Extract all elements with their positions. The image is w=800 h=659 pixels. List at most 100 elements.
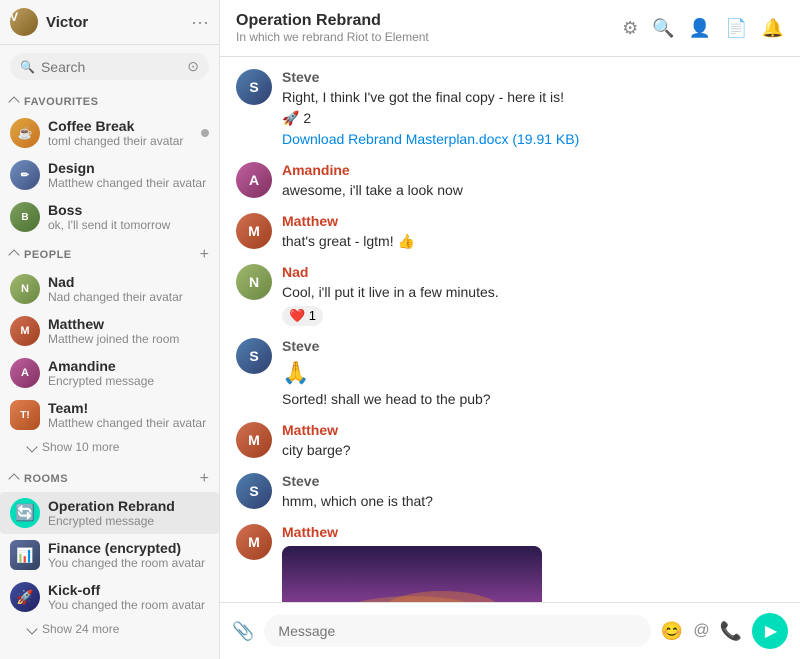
message-content: Matthew that's great - lgtm! 👍 [282,213,784,252]
avatar: M [10,316,40,346]
message-content: Steve 🙏 Sorted! shall we head to the pub… [282,338,784,410]
room-info: Team! Matthew changed their avatar [48,400,209,430]
search-box: 🔍 ⊙ [10,53,209,80]
download-link[interactable]: Download Rebrand Masterplan.docx (19.91 … [282,131,579,147]
room-preview: Matthew changed their avatar [48,176,209,190]
room-name: Operation Rebrand [48,498,209,514]
members-icon[interactable]: 👤 [689,18,711,39]
sidebar-more-button[interactable]: ··· [191,12,209,33]
message-sender: Matthew [282,213,784,229]
avatar: M [236,213,272,249]
rooms-section-header[interactable]: ROOMS + [0,462,219,492]
message-text: hmm, which one is that? [282,491,784,512]
room-preview: toml changed their avatar [48,134,193,148]
message-sender: Nad [282,264,784,280]
room-info: Finance (encrypted) You changed the room… [48,540,209,570]
room-preview: Matthew changed their avatar [48,416,209,430]
list-item[interactable]: 📊 Finance (encrypted) You changed the ro… [0,534,219,576]
room-name: Amandine [48,358,209,374]
user-avatar: V [10,8,38,36]
search-filter-button[interactable]: ⊙ [187,58,199,75]
message-text: 🙏 [282,356,784,389]
notifications-icon[interactable]: 🔔 [762,18,784,39]
message-group: A Amandine awesome, i'll take a look now [236,162,784,201]
send-button[interactable]: ▶ [752,613,788,649]
list-item[interactable]: 🔄 Operation Rebrand Encrypted message [0,492,219,534]
message-image[interactable] [282,546,542,602]
room-preview: You changed the room avatar [48,556,209,570]
message-sender: Amandine [282,162,784,178]
sidebar-user[interactable]: V Victor [10,8,88,36]
add-people-button[interactable]: + [200,246,209,264]
message-text: 🚀 2 [282,108,784,129]
message-group: M Matthew city barge? [236,422,784,461]
settings-icon[interactable]: ⚙ [622,18,638,39]
voice-icon[interactable]: 📞 [720,621,742,642]
list-item[interactable]: B Boss ok, I'll send it tomorrow [0,196,219,238]
rooms-list: 🔄 Operation Rebrand Encrypted message 📊 … [0,492,219,618]
list-item[interactable]: ✏ Design Matthew changed their avatar [0,154,219,196]
show-more-chevron [26,623,37,634]
message-input[interactable] [278,623,636,639]
list-item[interactable]: N Nad Nad changed their avatar [0,268,219,310]
room-preview: ok, I'll send it tomorrow [48,218,209,232]
avatar: 🚀 [10,582,40,612]
search-room-icon[interactable]: 🔍 [652,18,674,39]
message-text: that's great - lgtm! 👍 [282,231,784,252]
people-show-more[interactable]: Show 10 more [0,436,219,462]
rooms-show-more[interactable]: Show 24 more [0,618,219,644]
people-title: PEOPLE [10,249,72,261]
avatar: S [236,69,272,105]
list-item[interactable]: ☕ Coffee Break toml changed their avatar [0,112,219,154]
message-sender: Matthew [282,422,784,438]
people-chevron [8,249,19,260]
room-preview: Nad changed their avatar [48,290,209,304]
sidebar-header: V Victor ··· [0,0,219,45]
room-name: Matthew [48,316,209,332]
message-content: Steve hmm, which one is that? [282,473,784,512]
room-preview: Matthew joined the room [48,332,209,346]
attachment-icon[interactable]: 📎 [232,621,254,642]
chat-area: Operation Rebrand In which we rebrand Ri… [220,0,800,659]
chat-room-name: Operation Rebrand [236,12,429,30]
add-room-button[interactable]: + [200,470,209,488]
chat-input-wrap [264,615,650,647]
avatar: A [10,358,40,388]
chat-input-bar: 📎 😊 @ 📞 ▶ [220,602,800,659]
search-input[interactable] [41,59,181,75]
room-info: Nad Nad changed their avatar [48,274,209,304]
chat-header: Operation Rebrand In which we rebrand Ri… [220,0,800,57]
avatar: M [236,524,272,560]
message-group: S Steve hmm, which one is that? [236,473,784,512]
emoji-icon[interactable]: 😊 [661,621,683,642]
files-icon[interactable]: 📄 [725,18,747,39]
message-text: Right, I think I've got the final copy -… [282,87,784,108]
message-text: city barge? [282,440,784,461]
list-item[interactable]: T! Team! Matthew changed their avatar [0,394,219,436]
rooms-chevron [8,473,19,484]
room-preview: Encrypted message [48,374,209,388]
avatar: T! [10,400,40,430]
sidebar: V Victor ··· 🔍 ⊙ FAVOURITES ☕ Coffee Bre… [0,0,220,659]
favourites-title: FAVOURITES [10,96,98,108]
message-group: M Matthew that's great - lgtm! 👍 [236,213,784,252]
message-reaction[interactable]: ❤️ 1 [282,306,323,326]
mention-icon[interactable]: @ [693,622,709,640]
room-name: Coffee Break [48,118,193,134]
room-info: Design Matthew changed their avatar [48,160,209,190]
people-list: N Nad Nad changed their avatar M Matthew… [0,268,219,436]
message-text: Cool, i'll put it live in a few minutes. [282,282,784,303]
sidebar-content: FAVOURITES ☕ Coffee Break toml changed t… [0,88,219,659]
show-more-chevron [26,441,37,452]
people-section-header[interactable]: PEOPLE + [0,238,219,268]
room-info: Coffee Break toml changed their avatar [48,118,193,148]
message-text: awesome, i'll take a look now [282,180,784,201]
favourites-section-header[interactable]: FAVOURITES [0,88,219,112]
image-placeholder [282,546,542,602]
room-name: Kick-off [48,582,209,598]
list-item[interactable]: A Amandine Encrypted message [0,352,219,394]
list-item[interactable]: M Matthew Matthew joined the room [0,310,219,352]
message-content: Matthew [282,524,784,602]
list-item[interactable]: 🚀 Kick-off You changed the room avatar [0,576,219,618]
message-text: Download Rebrand Masterplan.docx (19.91 … [282,129,784,150]
